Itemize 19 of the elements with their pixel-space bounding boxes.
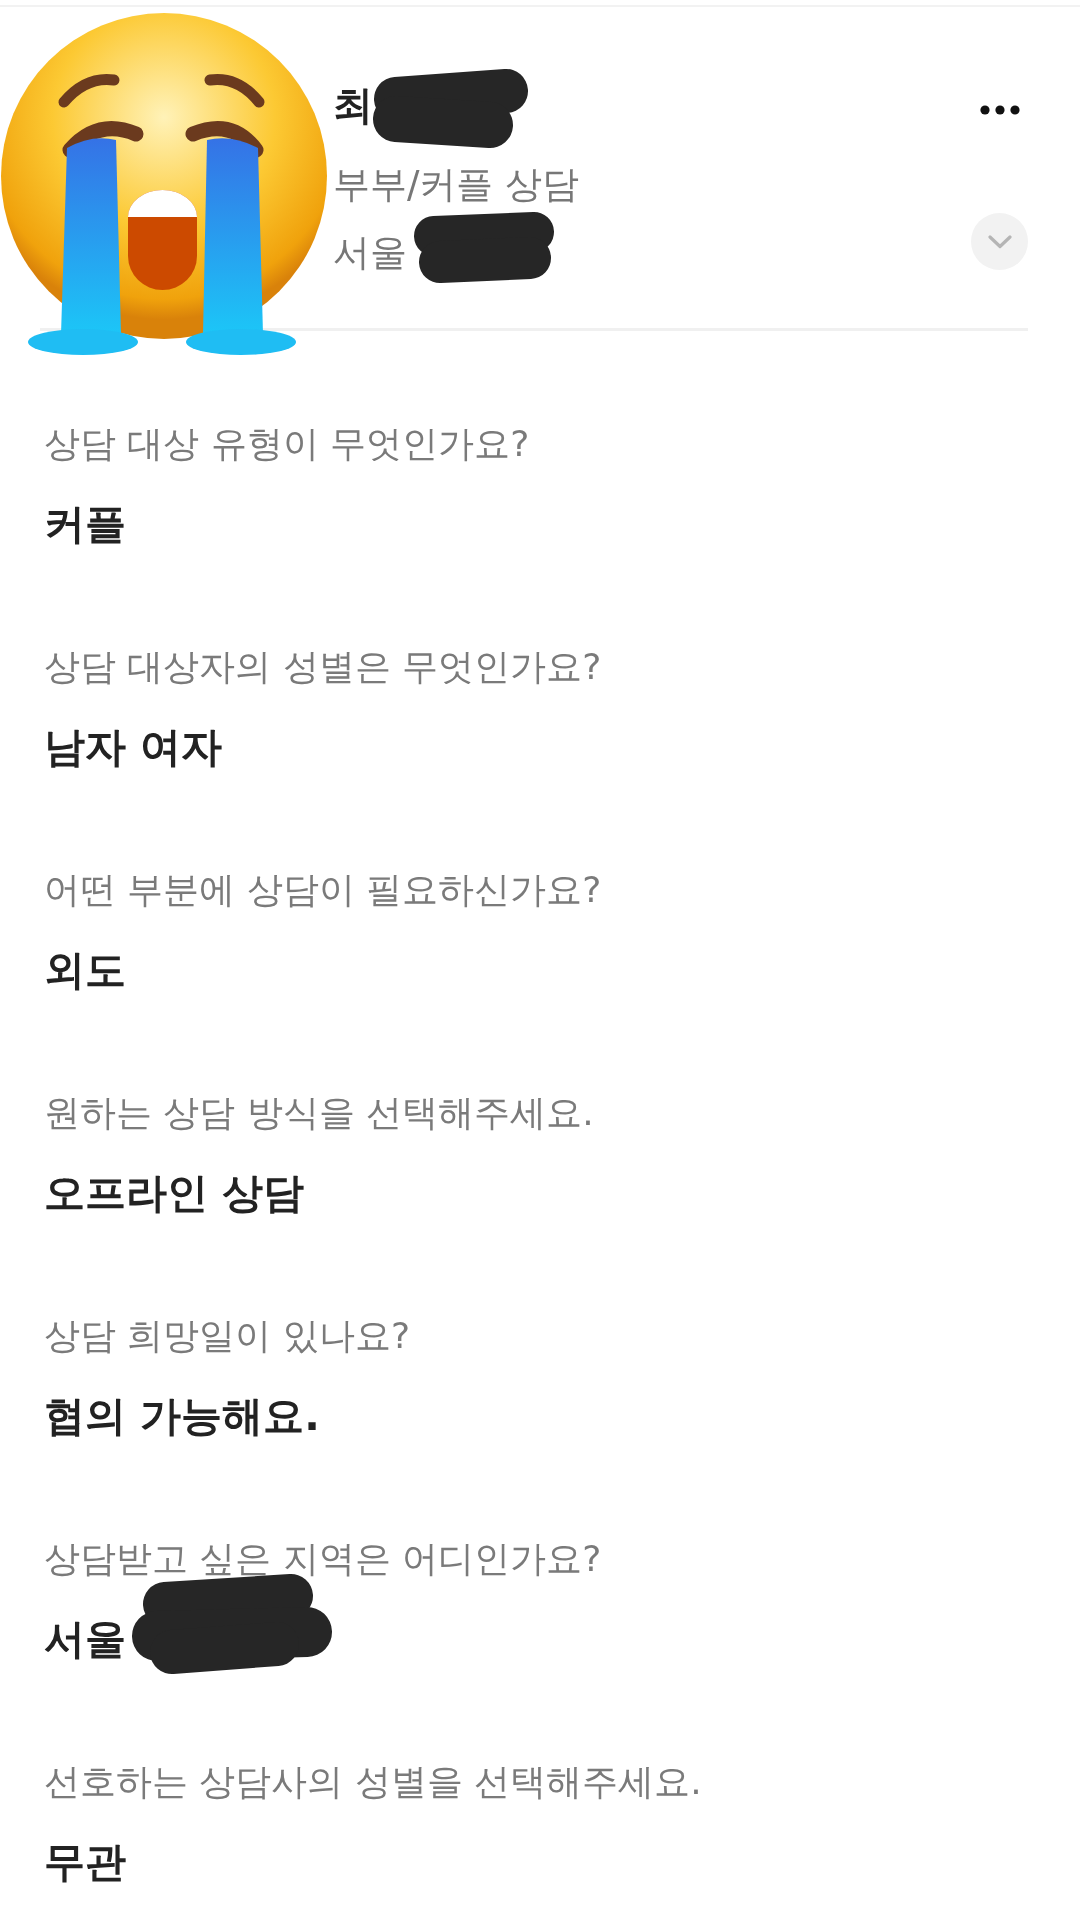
answer-text: 외도: [44, 946, 126, 994]
answer-text: 오프라인 상담: [44, 1169, 305, 1217]
location-text: 서울: [333, 231, 407, 274]
answer-text: 무관: [44, 1838, 126, 1886]
question-text: 상담 희망일이 있나요?: [44, 1314, 411, 1358]
question-text: 선호하는 상담사의 성별을 선택해주세요.: [44, 1760, 703, 1804]
question-text: 어떤 부분에 상담이 필요하신가요?: [44, 868, 603, 912]
counseling-category: 부부/커플 상담: [333, 163, 580, 206]
profile-name: 최: [333, 82, 373, 128]
question-text: 원하는 상담 방식을 선택해주세요.: [44, 1091, 595, 1135]
answer-text: 남자 여자: [44, 723, 223, 771]
question-text: 상담받고 싶은 지역은 어디인가요?: [44, 1537, 603, 1581]
question-text: 상담 대상자의 성별은 무엇인가요?: [44, 645, 603, 689]
question-text: 상담 대상 유형이 무엇인가요?: [44, 422, 531, 466]
answer-text: 협의 가능해요.: [44, 1392, 320, 1440]
more-icon: [979, 105, 1020, 115]
answer-text: 서울: [44, 1615, 126, 1663]
answer-text: 커플: [44, 500, 126, 548]
chevron-down-icon: [987, 234, 1012, 249]
